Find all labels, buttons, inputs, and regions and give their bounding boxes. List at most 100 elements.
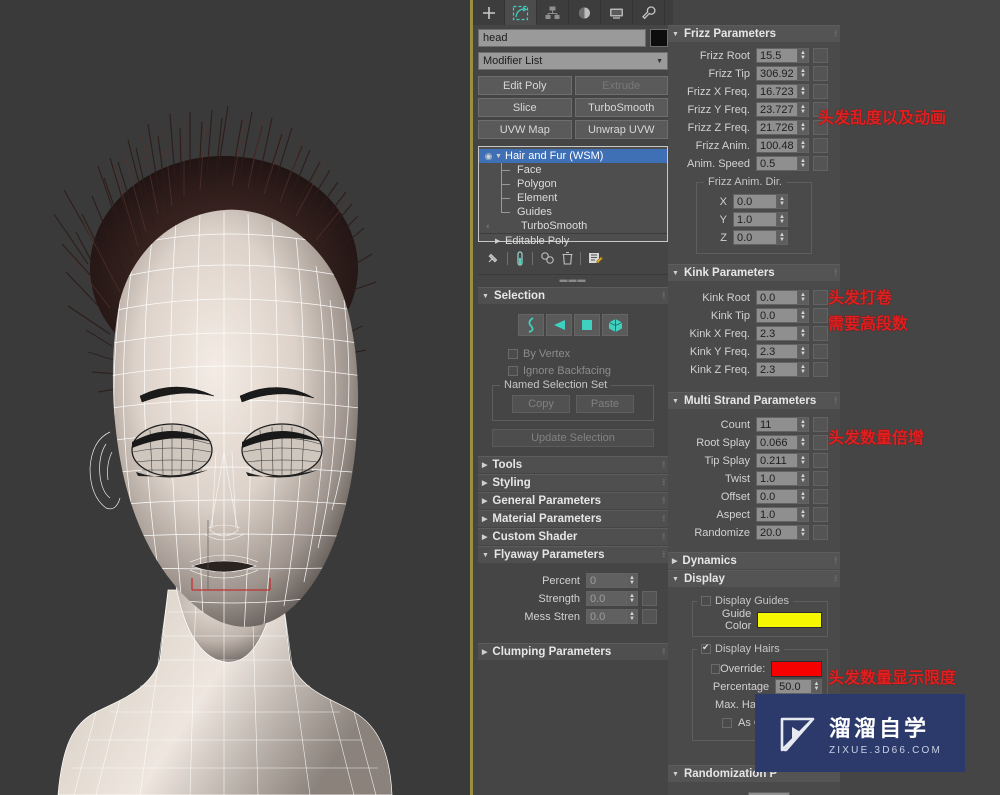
guide-color-swatch[interactable]: [757, 611, 822, 628]
param-value[interactable]: 0.066: [756, 435, 798, 450]
stack-item-turbosmooth[interactable]: ◐ TurboSmooth: [479, 219, 667, 233]
display-guides-title-wrap[interactable]: Display Guides: [697, 595, 793, 607]
param-value[interactable]: 306.92: [756, 66, 798, 81]
rollout-custom-shader-header[interactable]: ▶ Custom Shader ⦙⦙: [478, 528, 668, 545]
spinner-icon[interactable]: ▲▼: [798, 138, 809, 153]
spinner-icon[interactable]: ▲▼: [798, 362, 809, 377]
viewport-3d[interactable]: [0, 0, 472, 795]
spinner-icon[interactable]: ▲▼: [798, 84, 809, 99]
sub-object-element-button[interactable]: [602, 314, 628, 336]
param-value[interactable]: 1.0: [756, 471, 798, 486]
modifier-button-unwrap-uvw[interactable]: Unwrap UVW: [574, 120, 668, 139]
override-color-swatch[interactable]: [771, 660, 822, 677]
utilities-tab[interactable]: [633, 0, 665, 25]
modify-tab[interactable]: [505, 0, 537, 25]
ignore-backfacing-checkbox[interactable]: [508, 365, 518, 376]
spinner-icon[interactable]: ▲▼: [627, 573, 638, 588]
rollout-flyaway-header[interactable]: ▼ Flyaway Parameters ⦙⦙: [478, 546, 668, 563]
display-guides-checkbox[interactable]: [701, 596, 711, 606]
spinner-icon[interactable]: ▲▼: [798, 453, 809, 468]
param-value[interactable]: 0: [586, 573, 627, 588]
display-hairs-checkbox[interactable]: [701, 644, 711, 654]
stack-item-hair-and-fur[interactable]: ◉ ▼ Hair and Fur (WSM): [479, 149, 667, 163]
display-hairs-title-wrap[interactable]: Display Hairs: [697, 643, 784, 655]
as-geometry-checkbox[interactable]: [722, 717, 732, 728]
configure-modifier-sets-icon[interactable]: [588, 251, 603, 265]
stack-subitem-element[interactable]: Element: [479, 191, 667, 205]
param-value[interactable]: 0.5: [756, 156, 798, 171]
eye-icon[interactable]: ◉: [482, 151, 495, 162]
spinner-icon[interactable]: ▲▼: [777, 194, 788, 209]
panel-resize-grip[interactable]: ▬▬▬: [478, 274, 668, 284]
param-map-button[interactable]: [642, 609, 657, 624]
param-value[interactable]: 2.3: [756, 344, 798, 359]
param-value[interactable]: 0.0: [756, 290, 798, 305]
spinner-icon[interactable]: ▲▼: [798, 471, 809, 486]
create-tab[interactable]: [473, 0, 505, 25]
make-unique-icon[interactable]: [540, 251, 555, 265]
modifier-button-uvw-map[interactable]: UVW Map: [478, 120, 572, 139]
param-map-button[interactable]: [813, 344, 828, 359]
spinner-icon[interactable]: ▲▼: [627, 609, 638, 624]
param-map-button[interactable]: [813, 435, 828, 450]
param-map-button[interactable]: [813, 417, 828, 432]
paste-button[interactable]: Paste: [576, 395, 634, 413]
param-value[interactable]: 0.0: [756, 489, 798, 504]
display-tab[interactable]: [601, 0, 633, 25]
modifier-button-turbosmooth[interactable]: TurboSmooth: [574, 98, 668, 117]
param-value[interactable]: 2.3: [756, 362, 798, 377]
param-value[interactable]: 15.5: [756, 48, 798, 63]
rollout-material-parameters-header[interactable]: ▶ Material Parameters ⦙⦙: [478, 510, 668, 527]
spinner-icon[interactable]: ▲▼: [798, 435, 809, 450]
param-value[interactable]: 1.0: [756, 507, 798, 522]
spinner-icon[interactable]: ▲▼: [798, 156, 809, 171]
param-map-button[interactable]: [813, 156, 828, 171]
show-end-result-icon[interactable]: [515, 250, 525, 266]
rollout-dynamics-header[interactable]: ▶ Dynamics ⦙⦙: [668, 552, 840, 569]
by-vertex-checkbox[interactable]: [508, 348, 518, 359]
param-value[interactable]: 0.211: [756, 453, 798, 468]
spinner-icon[interactable]: ▲▼: [798, 308, 809, 323]
spinner-icon[interactable]: ▲▼: [798, 417, 809, 432]
spinner-icon[interactable]: ▲▼: [798, 344, 809, 359]
copy-button[interactable]: Copy: [512, 395, 570, 413]
param-map-button[interactable]: [813, 326, 828, 341]
spinner-icon[interactable]: ▲▼: [798, 507, 809, 522]
rollout-kink-header[interactable]: ▼ Kink Parameters ⦙⦙: [668, 264, 840, 281]
spinner-icon[interactable]: ▲▼: [798, 120, 809, 135]
rollout-general-parameters-header[interactable]: ▶ General Parameters ⦙⦙: [478, 492, 668, 509]
spinner-icon[interactable]: ▲▼: [798, 48, 809, 63]
rollout-clumping-header[interactable]: ▶ Clumping Parameters ⦙⦙: [478, 643, 668, 660]
spinner-icon[interactable]: ▲▼: [798, 489, 809, 504]
ignore-backfacing-row[interactable]: Ignore Backfacing: [478, 362, 668, 379]
stack-subitem-polygon[interactable]: Polygon: [479, 177, 667, 191]
param-value[interactable]: 0.0: [586, 609, 627, 624]
rollout-styling-header[interactable]: ▶ Styling ⦙⦙: [478, 474, 668, 491]
sub-object-face-button[interactable]: [546, 314, 572, 336]
param-value[interactable]: 0.0: [733, 230, 777, 245]
modifier-stack[interactable]: ◉ ▼ Hair and Fur (WSM) Face Polygon Elem…: [478, 146, 668, 247]
by-vertex-row[interactable]: By Vertex: [478, 345, 668, 362]
stack-item-editable-poly[interactable]: ▶ Editable Poly: [479, 233, 667, 247]
stack-subitem-face[interactable]: Face: [479, 163, 667, 177]
sub-object-guide-button[interactable]: [518, 314, 544, 336]
update-selection-button[interactable]: Update Selection: [492, 429, 654, 447]
rollout-multi-strand-header[interactable]: ▼ Multi Strand Parameters ⦙⦙: [668, 392, 840, 409]
param-value[interactable]: 21.726: [756, 120, 798, 135]
param-map-button[interactable]: [813, 66, 828, 81]
rollout-display-header[interactable]: ▼ Display ⦙⦙: [668, 570, 840, 587]
spinner-icon[interactable]: ▲▼: [798, 102, 809, 117]
param-value[interactable]: 11: [756, 417, 798, 432]
rollout-selection-header[interactable]: ▼ Selection ⦙⦙: [478, 287, 668, 304]
param-value[interactable]: 20.0: [756, 525, 798, 540]
sub-object-polygon-button[interactable]: [574, 314, 600, 336]
param-value[interactable]: 0.0: [586, 591, 627, 606]
param-map-button[interactable]: [813, 308, 828, 323]
param-map-button[interactable]: [813, 138, 828, 153]
chevron-right-icon[interactable]: ▶: [495, 237, 505, 245]
spinner-icon[interactable]: ▲▼: [627, 591, 638, 606]
param-value[interactable]: 100.48: [756, 138, 798, 153]
param-value[interactable]: 2.3: [756, 326, 798, 341]
pin-stack-icon[interactable]: [486, 251, 500, 265]
chevron-down-icon[interactable]: ▼: [495, 153, 505, 160]
